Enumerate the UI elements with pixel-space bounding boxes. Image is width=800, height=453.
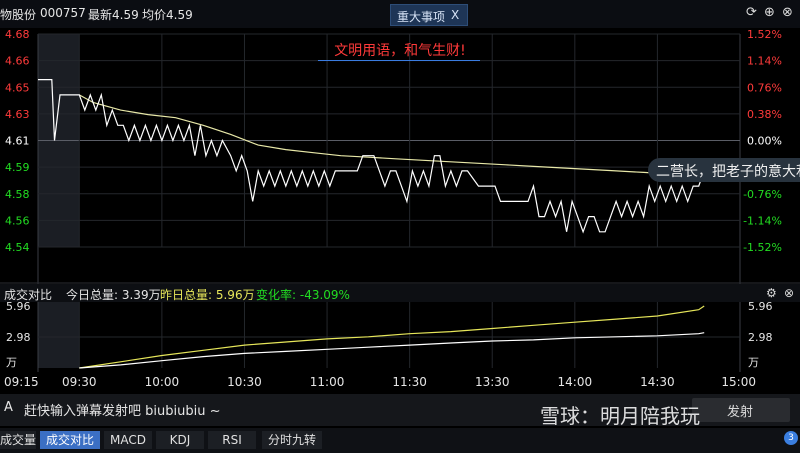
today-volume-line (79, 332, 705, 369)
volume-tick-label: 2.98 (748, 331, 773, 344)
price-tick-label: 4.58 (5, 188, 30, 201)
price-line (38, 78, 705, 234)
stock-code: 000757 (40, 6, 86, 20)
news-close-icon[interactable]: X (451, 8, 459, 22)
price-tick-label: 4.61 (5, 135, 30, 148)
danmaku-input[interactable]: 赶快输入弹幕发射吧 biubiubiu ~ (24, 400, 220, 419)
add-icon[interactable]: ⊕ (764, 5, 775, 20)
change-rate: 变化率: -43.09% (256, 288, 350, 302)
pct-tick-label: 1.14% (747, 55, 782, 68)
latest-price: 最新4.59 (88, 8, 139, 22)
font-icon[interactable]: A (4, 400, 13, 415)
pct-tick-label: 0.00% (747, 135, 782, 148)
time-tick-label: 10:30 (227, 375, 262, 389)
tab-macd[interactable]: MACD (104, 431, 152, 449)
yesterday-volume: 昨日总量: 5.96万 (160, 288, 255, 302)
watermark: 雪球：明月陪我玩 (540, 404, 700, 428)
avg-price: 均价4.59 (142, 8, 193, 22)
average-price-line (79, 94, 705, 175)
price-tick-label: 4.68 (5, 28, 30, 41)
time-tick-label: 09:15 (4, 375, 39, 389)
price-tick-label: 4.59 (5, 161, 30, 174)
pct-tick-label: -1.14% (743, 214, 782, 227)
time-tick-label: 11:30 (392, 375, 427, 389)
danmaku-text: 二营长，把老子的意大利炮拉出来 (656, 164, 800, 180)
pct-tick-label: -0.76% (743, 188, 782, 201)
price-tick-label: 4.66 (5, 55, 30, 68)
danmaku-bubble: 二营长，把老子的意大利炮拉出来 (648, 158, 800, 182)
news-label: 重大事项 (397, 10, 446, 24)
price-tick-label: 4.54 (5, 241, 30, 254)
pct-tick-label: 1.52% (747, 28, 782, 41)
close-icon[interactable]: ⊗ (782, 5, 793, 20)
banner-underline (318, 60, 480, 61)
preopen-shade-volume (38, 302, 80, 368)
time-tick-label: 11:00 (310, 375, 345, 389)
banner-text: 文明用语，和气生财! (334, 43, 466, 59)
pct-tick-label: 0.38% (747, 108, 782, 121)
tab-nine-turn[interactable]: 分时九转 (262, 431, 322, 449)
tab-volume[interactable]: 成交量 (0, 431, 36, 449)
time-tick-label: 15:00 (721, 375, 756, 389)
time-tick-label: 14:00 (558, 375, 593, 389)
stock-name: 物股份 (0, 8, 37, 22)
volume-compare-title: 成交对比 (4, 288, 53, 302)
panel-close-icon[interactable]: ⊗ (784, 286, 794, 300)
price-tick-label: 4.63 (5, 108, 30, 121)
volume-compare-header: 成交对比 今日总量: 3.39万 昨日总量: 5.96万 变化率: -43.09… (0, 284, 800, 302)
pct-tick-label: -1.52% (743, 241, 782, 254)
volume-tick-label: 万 (6, 356, 17, 369)
tab-volume-compare[interactable]: 成交对比 (40, 431, 100, 449)
pct-tick-label: 0.76% (747, 81, 782, 94)
notification-badge: 3 (784, 431, 798, 445)
time-tick-label: 09:30 (62, 375, 97, 389)
today-volume: 今日总量: 3.39万 (66, 288, 161, 302)
indicator-tab-bar: 成交量 成交对比 MACD KDJ RSI 分时九转 (0, 428, 800, 453)
send-label: 发射 (727, 405, 754, 420)
volume-tick-label: 2.98 (6, 331, 31, 344)
price-tick-label: 4.56 (5, 214, 30, 227)
time-tick-label: 14:30 (640, 375, 675, 389)
refresh-icon[interactable]: ⟳ (746, 5, 757, 20)
news-tab[interactable]: 重大事项 X (390, 4, 468, 26)
price-tick-label: 4.65 (5, 81, 30, 94)
send-button[interactable]: 发射 (692, 398, 790, 422)
tab-rsi[interactable]: RSI (208, 431, 256, 449)
tab-kdj[interactable]: KDJ (156, 431, 204, 449)
time-tick-label: 10:00 (145, 375, 180, 389)
volume-tick-label: 万 (748, 356, 759, 369)
settings-icon[interactable]: ⚙ (766, 286, 777, 300)
top-bar: 物股份 000757 最新4.59 均价4.59 重大事项 X ⟳ ⊕ ⊗ (0, 0, 800, 28)
time-tick-label: 13:30 (475, 375, 510, 389)
chart-canvas: 4.68 1.52% 4.66 1.14% 4.65 0.76% 4.63 0.38% 4.61… (0, 28, 800, 389)
